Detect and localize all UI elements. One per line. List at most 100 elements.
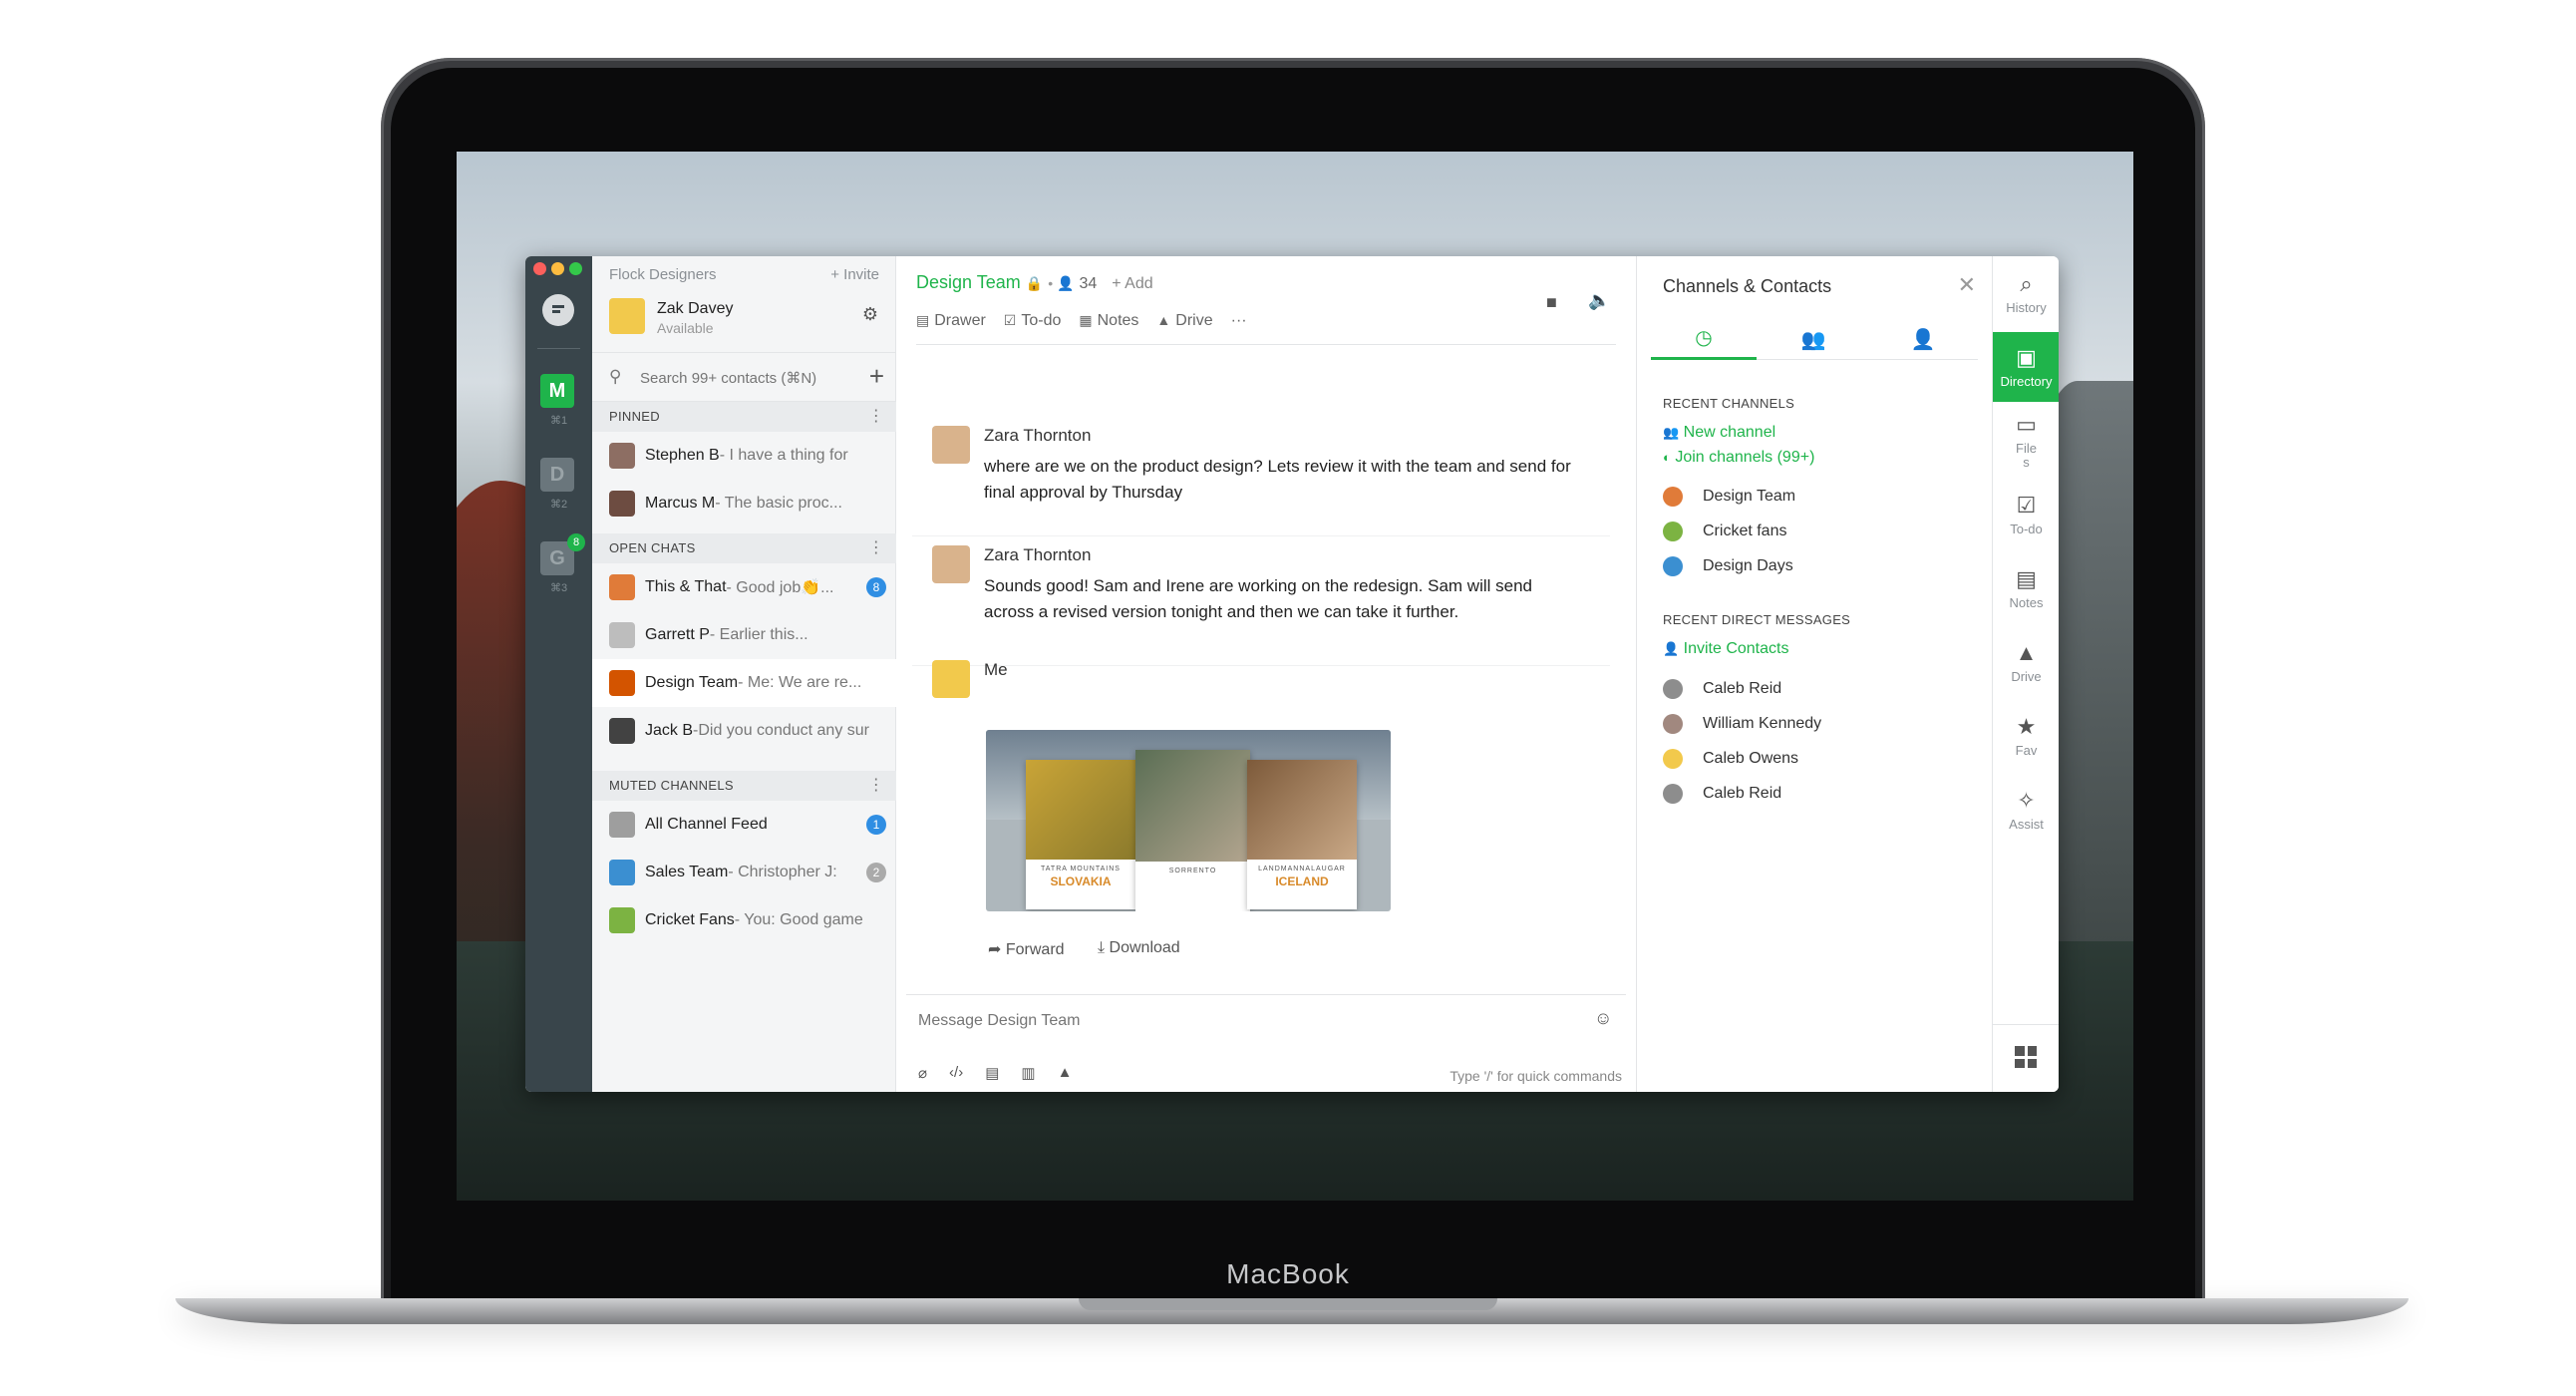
nav-label: History [2006, 300, 2047, 315]
chat-preview: - You: Good game [734, 911, 863, 928]
user-profile[interactable]: Zak Davey Available ⚙ [609, 296, 878, 338]
recent-contact[interactable]: Caleb Owens [1663, 745, 1798, 773]
workspace-m[interactable]: M [540, 374, 574, 408]
section-menu-icon[interactable]: ⋮ [868, 533, 884, 563]
tool-label: To-do [1021, 312, 1062, 329]
list-item[interactable]: Cricket Fans - You: Good game [592, 896, 896, 944]
apps-grid-icon[interactable] [2015, 1046, 2037, 1068]
list-item[interactable]: Jack B -Did you conduct any sur [592, 707, 896, 755]
close-icon[interactable]: ✕ [1958, 272, 1976, 298]
message-text: where are we on the product design? Lets… [984, 457, 1571, 502]
emoji-icon[interactable]: ☺ [1594, 1008, 1612, 1029]
avatar [1663, 679, 1683, 699]
recent-contact[interactable]: William Kennedy [1663, 710, 1821, 738]
audio-call-icon[interactable]: 🔈 [1588, 290, 1610, 311]
channel-toolbar: ▤ Drawer ☑ To-do ▦ Notes ▲ Drive ··· [916, 312, 1247, 330]
clock-icon: ◷ [1695, 327, 1713, 349]
flock-logo-icon[interactable] [542, 294, 574, 326]
section-menu-icon[interactable]: ⋮ [868, 771, 884, 801]
recent-contact[interactable]: Caleb Reid [1663, 780, 1781, 808]
recent-channel[interactable]: Design Days [1663, 552, 1793, 580]
recent-channels-heading: RECENT CHANNELS [1663, 396, 1795, 411]
add-contact-button[interactable]: + [869, 361, 884, 392]
new-channel-link[interactable]: 👥 New channel [1663, 424, 1775, 442]
avatar [1663, 522, 1683, 541]
nav-notes[interactable]: ▤ Notes [1993, 553, 2059, 623]
attach-icon[interactable]: ⌀ [918, 1064, 927, 1082]
user-status: Available [657, 320, 714, 336]
download-label: Download [1109, 939, 1180, 956]
list-item[interactable]: All Channel Feed 1 [592, 801, 896, 849]
minimize-window-button[interactable] [551, 262, 564, 275]
channel-title[interactable]: Design Team [916, 272, 1021, 292]
list-item[interactable]: This & That - Good job👏... 8 [592, 563, 896, 611]
search-input[interactable] [640, 365, 849, 391]
forward-button[interactable]: ➦ Forward [988, 939, 1065, 959]
card-title: SLOVAKIA [1050, 874, 1112, 888]
contact-name: Caleb Owens [1703, 750, 1799, 767]
tool-drawer[interactable]: ▤ Drawer [916, 312, 986, 330]
chat-preview: - I have a thing for [719, 447, 848, 464]
nav-label: File s [2016, 441, 2037, 470]
tool-drive[interactable]: ▲ Drive [1156, 312, 1212, 330]
video-call-icon[interactable]: ■ [1546, 292, 1557, 313]
nav-label: Assist [2009, 817, 2044, 832]
message-author: Zara Thornton [984, 426, 1092, 445]
section-open: OPEN CHATS ⋮ [592, 533, 896, 563]
section-menu-icon[interactable]: ⋮ [868, 402, 884, 432]
section-title: PINNED [609, 409, 660, 424]
close-window-button[interactable] [533, 262, 546, 275]
tool-notes[interactable]: ▦ Notes [1079, 312, 1138, 330]
drive-icon[interactable]: ▲ [1058, 1064, 1073, 1082]
nav-assist[interactable]: ✧ Assist [1993, 775, 2059, 845]
invite-contacts-link[interactable]: 👤 Invite Contacts [1663, 640, 1788, 658]
nav-history[interactable]: ⌕ History [1993, 258, 2059, 328]
tool-label: Drive [1175, 312, 1213, 329]
settings-gear-icon[interactable]: ⚙ [862, 304, 878, 325]
chat-name: Design Team [645, 674, 739, 691]
poll-icon[interactable]: ▥ [1021, 1064, 1035, 1082]
note-icon[interactable]: ▤ [985, 1064, 999, 1082]
member-count[interactable]: 34 [1079, 275, 1097, 292]
tab-groups[interactable]: 👥 [1761, 318, 1866, 360]
nav-files[interactable]: ▭ File s [1993, 406, 2059, 476]
more-icon[interactable]: ··· [1231, 312, 1247, 330]
zoom-window-button[interactable] [569, 262, 582, 275]
tab-recent[interactable]: ◷ [1651, 318, 1757, 360]
invite-button[interactable]: + Invite [830, 266, 879, 283]
avatar [609, 298, 645, 334]
message-input[interactable] [918, 1006, 1516, 1036]
recent-channel[interactable]: Cricket fans [1663, 518, 1786, 545]
nav-fav[interactable]: ★ Fav [1993, 701, 2059, 771]
magic-icon: ✧ [2017, 788, 2036, 813]
download-button[interactable]: ⤓ Download [1098, 939, 1180, 957]
list-item[interactable]: Design Team - Me: We are re... [592, 659, 896, 707]
message-author: Zara Thornton [984, 545, 1092, 564]
chat-name: Jack B [645, 722, 694, 739]
invite-icon: 👤 [1663, 641, 1680, 656]
tab-contacts[interactable]: 👤 [1870, 318, 1976, 360]
code-icon[interactable]: ‹/› [949, 1064, 963, 1082]
add-member-button[interactable]: + Add [1112, 275, 1152, 292]
workspace-d[interactable]: D [540, 458, 574, 492]
recent-channel[interactable]: Design Team [1663, 483, 1795, 511]
join-channels-link[interactable]: ◐ Join channels (99+) [1663, 449, 1814, 467]
workspace-rail: M ⌘1 D ⌘2 G ⌘3 8 [525, 256, 592, 1092]
list-item[interactable]: Stephen B- I have a thing for [592, 432, 896, 480]
list-item[interactable]: Marcus M- The basic proc... [592, 480, 896, 527]
chat-message: Zara Thornton Sounds good! Sam and Irene … [912, 545, 1610, 666]
nav-directory[interactable]: ▣ Directory [1993, 332, 2059, 402]
search-bar[interactable]: ⚲ + [592, 352, 896, 402]
image-attachment[interactable]: TATRA MOUNTAINS SLOVAKIA SORRENTO LANDMANNA… [986, 730, 1391, 911]
nav-to-do[interactable]: ☑ To-do [1993, 480, 2059, 549]
message-author: Me [984, 660, 1008, 679]
search-icon: ⚲ [609, 367, 622, 386]
tool-to-do[interactable]: ☑ To-do [1004, 312, 1062, 330]
user-name: Zak Davey [657, 300, 734, 317]
nav-drive[interactable]: ▲ Drive [1993, 627, 2059, 697]
avatar [609, 670, 635, 696]
list-item[interactable]: Garrett P- Earlier this... [592, 611, 896, 659]
list-item[interactable]: Sales Team - Christopher J: 2 [592, 849, 896, 896]
contact-name: Caleb Reid [1703, 785, 1782, 802]
recent-contact[interactable]: Caleb Reid [1663, 675, 1781, 703]
